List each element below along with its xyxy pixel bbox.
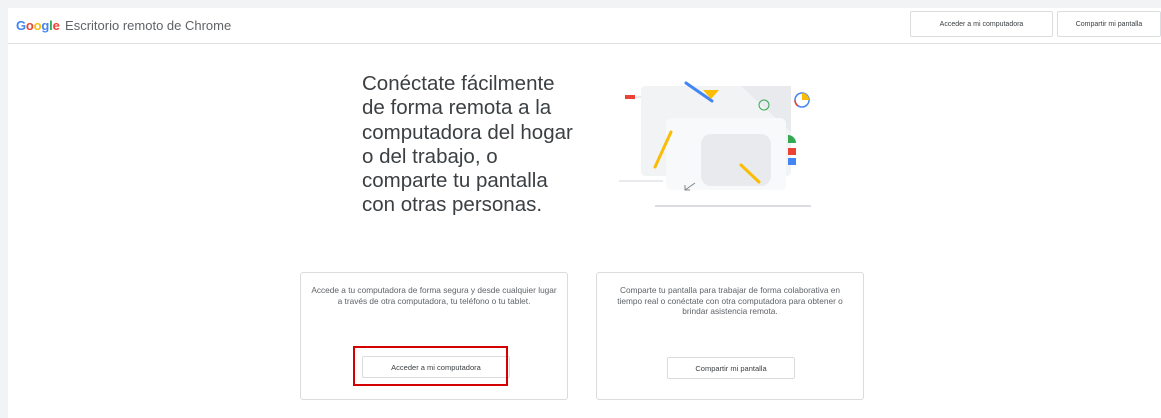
product-name: Escritorio remoto de Chrome	[65, 18, 232, 33]
hero-line: comparte tu pantalla	[362, 169, 548, 193]
hero-line: computadora del hogar	[362, 120, 573, 144]
share-my-screen-button[interactable]: Compartir mi pantalla	[667, 357, 795, 379]
hero-line: Conéctate fácilmente	[362, 72, 555, 95]
hero-heading: Conéctate fácilmente de forma remota a l…	[362, 72, 612, 218]
share-card: Comparte tu pantalla para trabajar de fo…	[596, 272, 864, 400]
share-card-description: Comparte tu pantalla para trabajar de fo…	[617, 285, 843, 316]
google-logo: Google	[16, 18, 60, 33]
top-app-bar: Google Escritorio remoto de Chrome Acced…	[8, 8, 1161, 44]
highlight-box	[353, 346, 508, 386]
header-share-button[interactable]: Compartir mi pantalla	[1057, 11, 1161, 37]
app-brand[interactable]: Google Escritorio remoto de Chrome	[16, 18, 231, 33]
access-card-description: Accede a tu computadora de forma segura …	[311, 285, 557, 306]
header-access-button[interactable]: Acceder a mi computadora	[910, 11, 1053, 37]
hero-line: o del trabajo, o	[362, 144, 498, 168]
remote-desktop-illustration	[619, 81, 811, 207]
hero-line: de forma remota a la	[362, 96, 552, 120]
hero-line: con otras personas.	[362, 193, 543, 217]
